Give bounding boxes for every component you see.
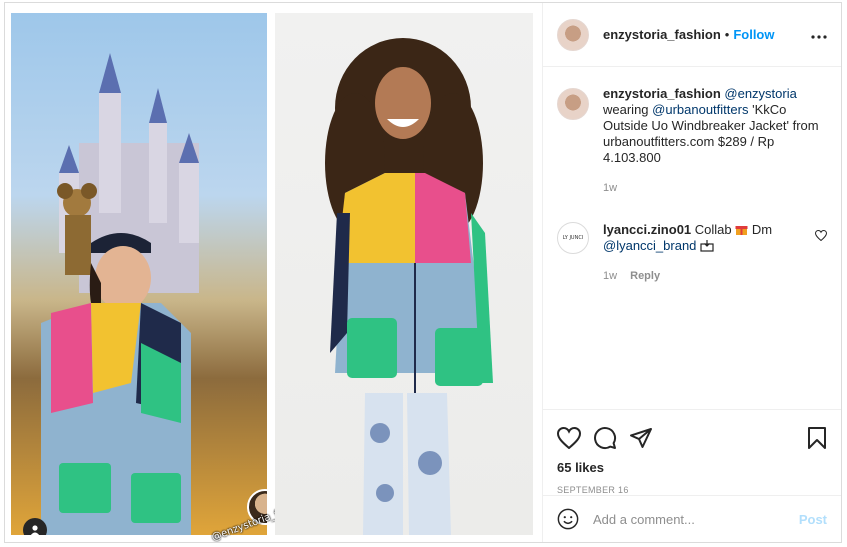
follow-button[interactable]: Follow (733, 27, 774, 42)
heart-icon (814, 229, 828, 242)
user-tag-icon (30, 525, 40, 535)
comment-text-1: Collab (694, 222, 732, 237)
heart-icon (557, 427, 581, 449)
comment-text-2: Dm (751, 222, 773, 237)
comment-meta: 1w Reply (603, 268, 815, 284)
add-comment-bar: Post (543, 495, 841, 542)
post-header: enzystoria_fashion • Follow (543, 3, 841, 67)
comment-time[interactable]: 1w (603, 270, 617, 282)
caption-username[interactable]: enzystoria_fashion (603, 86, 721, 101)
more-options-button[interactable] (811, 26, 827, 44)
post-frame: @enzystoria_fashion enzystoria_fashion •… (4, 2, 842, 543)
caption-meta: 1w (603, 180, 823, 196)
commenter-username[interactable]: lyancci.zino01 (603, 222, 691, 237)
more-icon (811, 34, 827, 39)
comment-like-button[interactable] (814, 228, 828, 284)
post-side-panel: enzystoria_fashion • Follow enzystoria_f… (542, 3, 841, 542)
share-icon (630, 428, 652, 448)
likes-count[interactable]: 65 likes (557, 460, 827, 475)
save-button[interactable] (807, 426, 827, 450)
action-icons (557, 418, 827, 458)
header-separator-dot: • (724, 27, 730, 42)
caption-text-1: wearing (603, 102, 649, 117)
emoji-icon (557, 508, 579, 530)
post-comment-button[interactable]: Post (799, 512, 827, 527)
commenter-avatar[interactable]: LY JUNCI (557, 222, 589, 254)
caption-comment: enzystoria_fashion @enzystoria wearing @… (557, 86, 827, 196)
author-username[interactable]: enzystoria_fashion (603, 27, 721, 42)
person-left-illustration (41, 233, 191, 535)
comment-input[interactable] (593, 511, 799, 527)
gift-emoji-icon (735, 226, 748, 235)
caption-time[interactable]: 1w (603, 182, 617, 194)
comments-list: enzystoria_fashion @enzystoria wearing @… (543, 68, 841, 408)
comment-body: lyancci.zino01 Collab Dm @lyancci_brand … (603, 222, 815, 284)
post-date[interactable]: SEPTEMBER 16 (557, 485, 827, 495)
comment-icon (594, 427, 617, 450)
post-media[interactable]: @enzystoria_fashion (5, 3, 541, 542)
model-illustration (325, 38, 493, 535)
comment-item: LY JUNCI lyancci.zino01 Collab Dm @lyanc… (557, 222, 828, 284)
caption-author-avatar[interactable] (557, 88, 589, 120)
user-tag-button[interactable] (23, 518, 47, 535)
reply-button[interactable]: Reply (630, 270, 660, 282)
emoji-button[interactable] (557, 508, 579, 530)
comment-mention[interactable]: @lyancci_brand (603, 238, 696, 253)
like-button[interactable] (557, 427, 581, 449)
post-actions: 65 likes SEPTEMBER 16 (543, 409, 841, 495)
caption-body: enzystoria_fashion @enzystoria wearing @… (603, 86, 823, 196)
bookmark-icon (808, 427, 826, 449)
inbox-emoji-icon (700, 240, 714, 252)
caption-mention-2[interactable]: @urbanoutfitters (652, 102, 748, 117)
author-avatar[interactable] (557, 18, 589, 51)
photo-left (11, 13, 267, 535)
photo-right (275, 13, 533, 535)
caption-mention-1[interactable]: @enzystoria (724, 86, 796, 101)
comment-button[interactable] (593, 426, 617, 450)
commenter-avatar-text: LY JUNCI (562, 235, 584, 241)
share-button[interactable] (629, 427, 653, 449)
